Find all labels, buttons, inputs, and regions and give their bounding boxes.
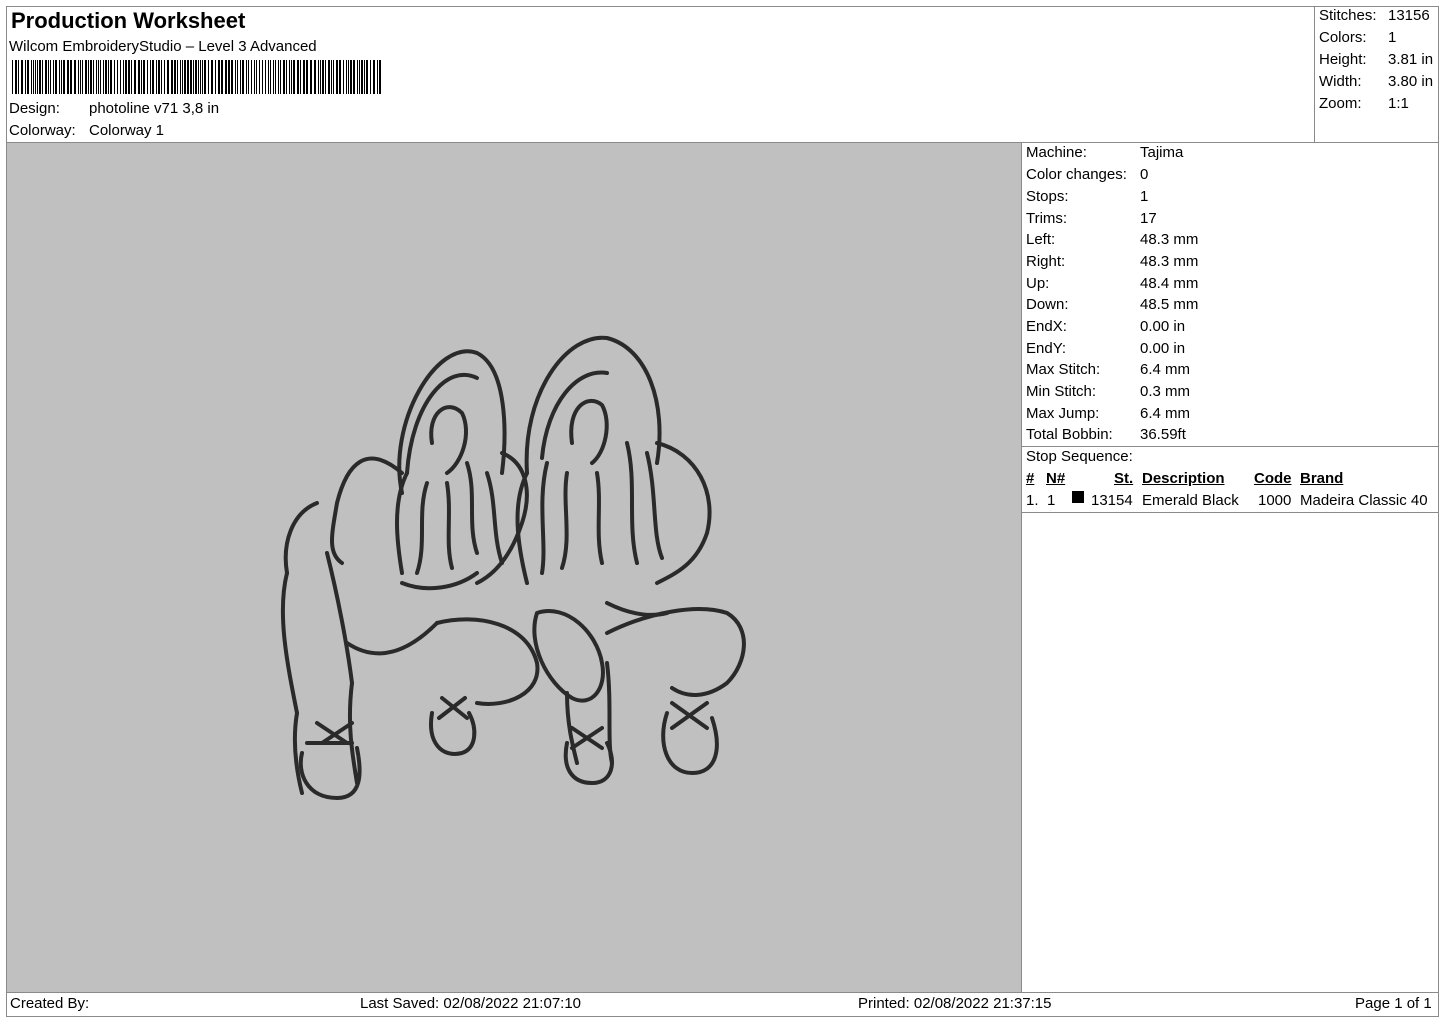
row-brand: Madeira Classic 40 bbox=[1300, 492, 1428, 509]
design-label: Design: bbox=[9, 100, 60, 117]
stat-label-height: Height: bbox=[1319, 51, 1367, 68]
details-panel bbox=[1021, 142, 1439, 993]
stat-value-zoom: 1:1 bbox=[1388, 95, 1409, 112]
min-stitch-value: 0.3 mm bbox=[1140, 383, 1191, 400]
stat-label-colors: Colors: bbox=[1319, 29, 1367, 46]
divider bbox=[1021, 446, 1439, 447]
endy-label: EndY: bbox=[1026, 340, 1067, 357]
color-changes-label: Color changes: bbox=[1026, 166, 1127, 183]
software-name: Wilcom EmbroideryStudio – Level 3 Advanc… bbox=[9, 38, 317, 55]
stop-sequence-title: Stop Sequence: bbox=[1026, 448, 1133, 465]
divider bbox=[1021, 512, 1439, 513]
row-description: Emerald Black bbox=[1142, 492, 1239, 509]
endx-value: 0.00 in bbox=[1140, 318, 1186, 335]
col-header-num: # bbox=[1026, 470, 1035, 487]
trims-label: Trims: bbox=[1026, 210, 1068, 227]
color-changes-value: 0 bbox=[1140, 166, 1149, 183]
row-code: 1000 bbox=[1258, 492, 1292, 509]
max-stitch-value: 6.4 mm bbox=[1140, 361, 1191, 378]
stops-label: Stops: bbox=[1026, 188, 1069, 205]
max-jump-value: 6.4 mm bbox=[1140, 405, 1191, 422]
col-header-brand: Brand bbox=[1300, 470, 1344, 487]
stat-value-height: 3.81 in bbox=[1388, 51, 1434, 68]
stat-value-width: 3.80 in bbox=[1388, 73, 1434, 90]
col-header-stitches: St. bbox=[1114, 470, 1134, 487]
thread-color-swatch bbox=[1072, 491, 1084, 503]
colorway-label: Colorway: bbox=[9, 122, 76, 139]
down-value: 48.5 mm bbox=[1140, 296, 1199, 313]
printed-date: Printed: 02/08/2022 21:37:15 bbox=[858, 995, 1052, 1012]
endy-value: 0.00 in bbox=[1140, 340, 1186, 357]
stat-label-width: Width: bbox=[1319, 73, 1362, 90]
col-header-code: Code bbox=[1254, 470, 1292, 487]
footer-bar bbox=[6, 992, 1439, 1017]
page-title: Production Worksheet bbox=[11, 8, 246, 33]
row-num: 1. bbox=[1026, 492, 1039, 509]
page-number: Page 1 of 1 bbox=[1355, 995, 1432, 1012]
up-label: Up: bbox=[1026, 275, 1050, 292]
total-bobbin-label: Total Bobbin: bbox=[1026, 426, 1113, 443]
created-by: Created By: bbox=[10, 995, 90, 1012]
total-bobbin-value: 36.59ft bbox=[1140, 426, 1186, 443]
up-value: 48.4 mm bbox=[1140, 275, 1199, 292]
stat-label-zoom: Zoom: bbox=[1319, 95, 1362, 112]
trims-value: 17 bbox=[1140, 210, 1157, 227]
left-label: Left: bbox=[1026, 231, 1056, 248]
stat-value-stitches: 13156 bbox=[1388, 7, 1430, 24]
design-preview bbox=[6, 142, 1022, 993]
col-header-description: Description bbox=[1142, 470, 1225, 487]
barcode-image bbox=[12, 60, 381, 94]
min-stitch-label: Min Stitch: bbox=[1026, 383, 1097, 400]
col-header-n: N# bbox=[1046, 470, 1066, 487]
last-saved: Last Saved: 02/08/2022 21:07:10 bbox=[360, 995, 582, 1012]
colorway-value: Colorway 1 bbox=[89, 122, 165, 139]
machine-value: Tajima bbox=[1140, 144, 1184, 161]
endx-label: EndX: bbox=[1026, 318, 1067, 335]
max-jump-label: Max Jump: bbox=[1026, 405, 1100, 422]
stat-value-colors: 1 bbox=[1388, 29, 1397, 46]
embroidery-design-image bbox=[280, 335, 746, 800]
stops-value: 1 bbox=[1140, 188, 1149, 205]
row-n: 1 bbox=[1047, 492, 1056, 509]
left-value: 48.3 mm bbox=[1140, 231, 1199, 248]
right-label: Right: bbox=[1026, 253, 1066, 270]
right-value: 48.3 mm bbox=[1140, 253, 1199, 270]
row-stitches: 13154 bbox=[1091, 492, 1133, 509]
machine-label: Machine: bbox=[1026, 144, 1087, 161]
down-label: Down: bbox=[1026, 296, 1069, 313]
design-value: photoline v71 3,8 in bbox=[89, 100, 220, 117]
stat-label-stitches: Stitches: bbox=[1319, 7, 1377, 24]
max-stitch-label: Max Stitch: bbox=[1026, 361, 1101, 378]
